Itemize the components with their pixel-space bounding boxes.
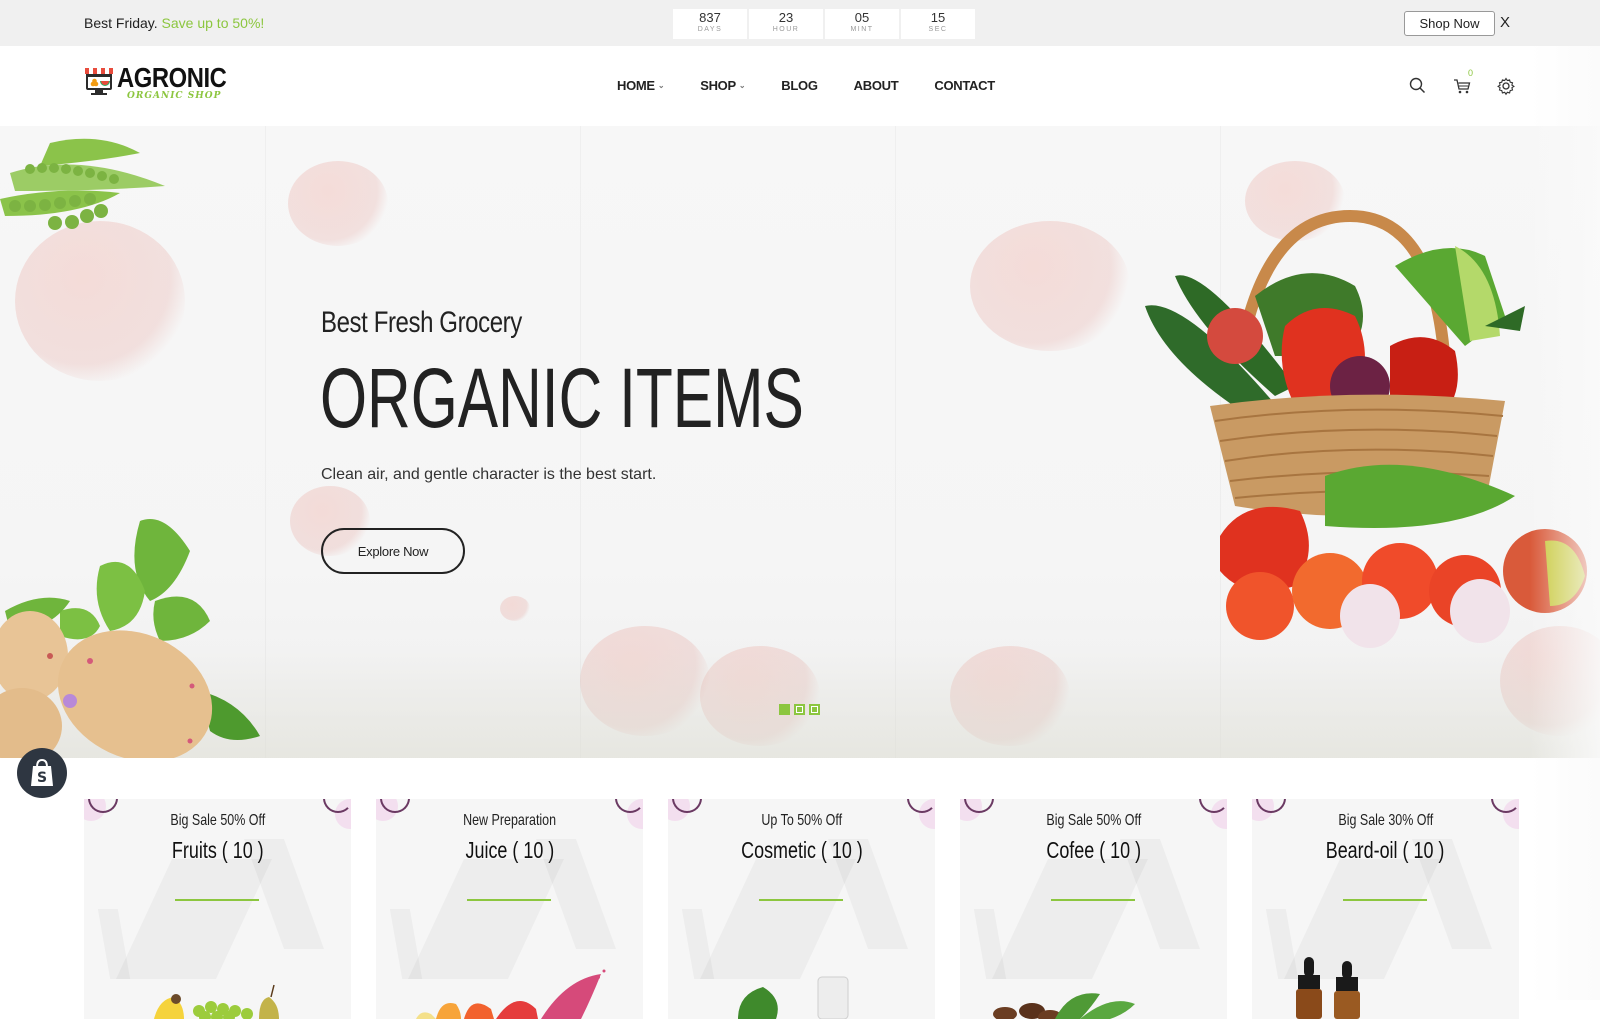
category-card-beard-oil[interactable]: Big Sale 30% Off Beard-oil ( 10 ): [1252, 799, 1519, 1019]
category-cards: Big Sale 50% Off Fruits ( 10 ) New Prepa…: [84, 799, 1519, 1019]
chevron-down-icon: ⌄: [657, 81, 665, 90]
countdown-value: 23: [778, 10, 794, 25]
slide-dot-2[interactable]: [794, 704, 805, 715]
hero-title: ORGANIC ITEMS: [320, 351, 804, 445]
shop-now-button[interactable]: Shop Now: [1404, 11, 1495, 36]
title-underline: [1051, 899, 1135, 901]
shopify-bag-icon: S: [31, 758, 53, 786]
countdown-value: 05: [854, 10, 870, 25]
peas-image: [0, 138, 165, 230]
cart-count-badge: 0: [1468, 68, 1474, 78]
explore-now-button[interactable]: Explore Now: [321, 528, 465, 574]
cosmetic-image: [738, 976, 849, 1019]
chevron-down-icon: ⌄: [738, 81, 746, 90]
countdown-timer: 837 DAYS 23 HOUR 05 MINT 15 SEC: [673, 9, 975, 39]
fruits-image: [154, 984, 279, 1019]
background-tomato-image: [288, 161, 388, 246]
title-underline: [1343, 899, 1427, 901]
slide-dot-1[interactable]: [779, 704, 790, 715]
nav-label: HOME: [617, 78, 655, 93]
cart-button[interactable]: 0: [1452, 68, 1473, 96]
category-title: Fruits ( 10 ): [171, 837, 264, 863]
vegetable-basket-image: [1145, 209, 1587, 648]
background-tomato-image: [500, 596, 530, 621]
nav-blog[interactable]: BLOG: [781, 78, 818, 93]
site-header: AGRONIC ORGANIC SHOP HOME ⌄ SHOP ⌄ BLOG …: [0, 46, 1600, 126]
category-card-juice[interactable]: New Preparation Juice ( 10 ): [376, 799, 643, 1019]
countdown-label: DAYS: [697, 26, 723, 33]
header-actions: 0: [1408, 68, 1516, 96]
title-underline: [175, 899, 259, 901]
nav-label: CONTACT: [934, 78, 995, 93]
promo-bar: Best Friday. Save up to 50%! 837 DAYS 23…: [0, 0, 1600, 46]
main-nav: HOME ⌄ SHOP ⌄ BLOG ABOUT CONTACT: [617, 78, 995, 93]
countdown-label: SEC: [928, 26, 948, 33]
category-title: Cofee ( 10 ): [1046, 837, 1141, 863]
category-tag: Big Sale 50% Off: [1046, 812, 1141, 829]
promo-text: Best Friday.: [84, 15, 158, 31]
potatoes-image: [0, 519, 260, 758]
hero-slider: Best Fresh Grocery ORGANIC ITEMS Clean a…: [0, 126, 1600, 758]
beard-oil-image: [1296, 957, 1360, 1019]
countdown-value: 15: [930, 10, 946, 25]
slider-pagination: [779, 704, 820, 715]
shopify-badge[interactable]: S: [17, 748, 67, 798]
search-icon: [1409, 77, 1426, 94]
countdown-seconds: 15 SEC: [901, 9, 975, 39]
category-title: Cosmetic ( 10 ): [740, 837, 863, 863]
svg-text:S: S: [37, 770, 47, 786]
settings-button[interactable]: [1496, 76, 1516, 96]
search-button[interactable]: [1408, 76, 1428, 96]
category-title: Juice ( 10 ): [465, 837, 554, 863]
hero-subtitle: Best Fresh Grocery: [321, 306, 522, 339]
promo-message: Best Friday. Save up to 50%!: [84, 15, 264, 31]
nav-contact[interactable]: CONTACT: [934, 78, 995, 93]
nav-label: SHOP: [700, 78, 736, 93]
countdown-hours: 23 HOUR: [749, 9, 823, 39]
category-tag: Big Sale 50% Off: [170, 812, 265, 829]
category-card-cosmetic[interactable]: Up To 50% Off Cosmetic ( 10 ): [668, 799, 935, 1019]
title-underline: [467, 899, 551, 901]
countdown-value: 837: [699, 10, 721, 25]
countdown-label: MINT: [850, 26, 874, 33]
nav-home[interactable]: HOME ⌄: [617, 78, 665, 93]
logo[interactable]: AGRONIC ORGANIC SHOP: [84, 64, 246, 101]
category-tag: Big Sale 30% Off: [1338, 812, 1433, 829]
gear-icon: [1497, 77, 1515, 96]
hero-description: Clean air, and gentle character is the b…: [321, 466, 657, 483]
promo-accent-text: Save up to 50%!: [161, 15, 265, 31]
nav-label: ABOUT: [853, 78, 899, 93]
storefront-logo-icon: [84, 64, 114, 96]
nav-label: BLOG: [781, 78, 818, 93]
slide-dot-3[interactable]: [809, 704, 820, 715]
category-tag: Up To 50% Off: [761, 812, 842, 829]
category-card-fruits[interactable]: Big Sale 50% Off Fruits ( 10 ): [84, 799, 351, 1019]
nav-shop[interactable]: SHOP ⌄: [700, 78, 745, 93]
countdown-minutes: 05 MINT: [825, 9, 899, 39]
category-card-coffee[interactable]: Big Sale 50% Off Cofee ( 10 ): [960, 799, 1227, 1019]
close-promo-button[interactable]: X: [1500, 14, 1510, 31]
logo-tagline: ORGANIC SHOP: [127, 91, 222, 101]
countdown-label: HOUR: [772, 26, 800, 33]
background-tomato-image: [970, 221, 1130, 351]
category-tag: New Preparation: [463, 812, 556, 829]
coffee-image: [993, 993, 1135, 1019]
background-tomato-image: [15, 221, 185, 381]
countdown-days: 837 DAYS: [673, 9, 747, 39]
logo-name: AGRONIC: [117, 62, 227, 93]
juice-splash-image: [416, 969, 606, 1019]
nav-about[interactable]: ABOUT: [854, 78, 899, 93]
category-title: Beard-oil ( 10 ): [1326, 837, 1445, 863]
title-underline: [759, 899, 843, 901]
cart-icon: [1454, 79, 1471, 94]
